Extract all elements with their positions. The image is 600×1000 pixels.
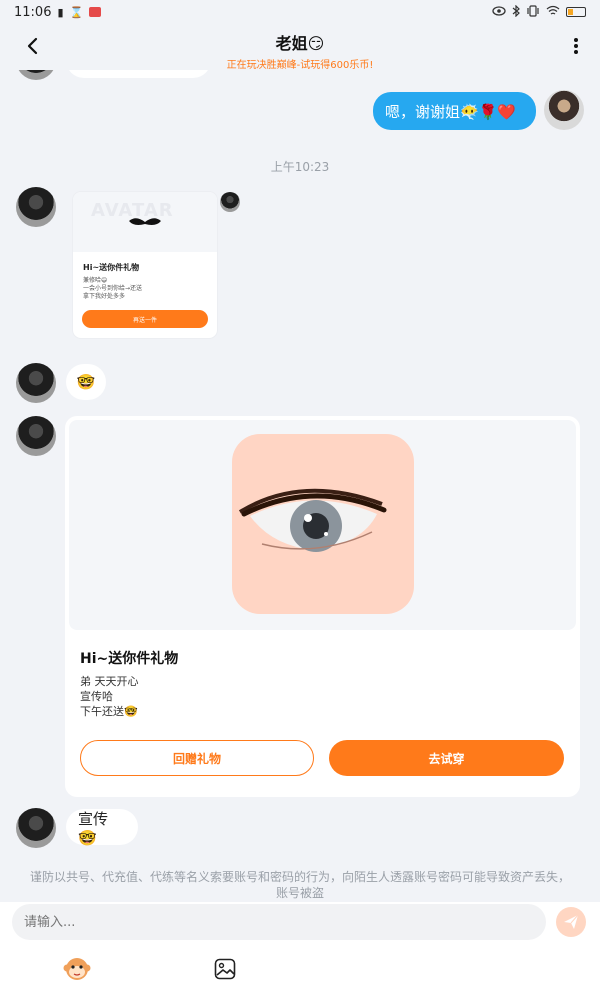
gift-image-area xyxy=(69,420,576,630)
my-message-bubble[interactable]: 嗯，谢谢姐😶‍🌫️🌹❤️ xyxy=(373,92,536,130)
message-bubble[interactable]: 宣传🤓 xyxy=(66,809,138,847)
gift-text-line: 宣传哈 xyxy=(80,690,113,703)
avatar[interactable] xyxy=(16,187,56,227)
message-text: 宣传🤓 xyxy=(78,809,109,847)
gift-card-title: Hi~送你件礼物 xyxy=(80,651,179,667)
message-bubble[interactable]: 🤓 xyxy=(66,364,106,400)
wifi-icon xyxy=(546,5,560,19)
avatar[interactable] xyxy=(16,70,56,80)
chat-messages[interactable]: 嗯，谢谢姐😶‍🌫️🌹❤️ 上午10:23 AVATAR Hi~送你件礼物 兼修哈… xyxy=(0,70,600,902)
more-vertical-icon xyxy=(574,38,578,54)
return-gift-button[interactable]: 回赠礼物 xyxy=(80,740,314,776)
gift-card-title: Hi~送你件礼物 xyxy=(83,263,140,272)
bluetooth-icon xyxy=(512,4,520,20)
security-notice: 谨防以共号、代充值、代练等名义索要账号和密码的行为，向陌生人透露账号密码可能导致… xyxy=(29,870,570,900)
avatar[interactable] xyxy=(16,363,56,403)
app-notification-icon xyxy=(89,7,102,17)
send-icon xyxy=(564,914,579,929)
vibrate-icon xyxy=(526,4,540,20)
mustache-icon xyxy=(129,218,161,225)
status-time: 11:06 xyxy=(14,4,52,20)
try-on-button[interactable]: 去试穿 xyxy=(329,740,564,776)
monkey-emoji-icon xyxy=(63,958,91,980)
gift-card-preview[interactable]: AVATAR Hi~送你件礼物 兼修哈😄 一会小号到你给→还送 拿下我好处多多 … xyxy=(73,192,217,338)
message-timestamp: 上午10:23 xyxy=(270,160,330,174)
image-button[interactable] xyxy=(210,954,240,984)
input-area xyxy=(0,902,600,1000)
eye-icon xyxy=(492,5,506,19)
image-icon xyxy=(214,958,236,980)
message-bubble[interactable] xyxy=(66,70,211,78)
avatar[interactable] xyxy=(16,416,56,456)
hourglass-icon: ⌛ xyxy=(69,5,84,19)
gift-text-line: 下午还送🤓 xyxy=(80,705,138,718)
chat-title: 老姐😏 xyxy=(275,34,325,53)
send-another-button[interactable]: 再送一件 xyxy=(82,310,208,328)
gift-card-text: 兼修哈😄 一会小号到你给→还送 拿下我好处多多 xyxy=(83,277,143,300)
emoji-button[interactable] xyxy=(62,954,92,984)
send-button[interactable] xyxy=(556,907,586,937)
battery-icon xyxy=(566,7,586,17)
chat-header: 老姐😏 正在玩决胜巅峰-试玩得600乐币! xyxy=(0,24,600,71)
sim-icon: ▮ xyxy=(57,5,64,19)
message-input[interactable] xyxy=(12,904,546,940)
gift-text-line: 弟 天天开心 xyxy=(80,675,139,688)
gift-card[interactable]: Hi~送你件礼物 弟 天天开心 宣传哈 下午还送🤓 回赠礼物 去试穿 xyxy=(65,416,580,797)
chat-status-subtitle[interactable]: 正在玩决胜巅峰-试玩得600乐币! xyxy=(0,56,600,71)
more-button[interactable] xyxy=(566,32,586,60)
gift-card-image: AVATAR xyxy=(73,192,217,252)
eye-makeup-image xyxy=(232,434,414,614)
gift-card-text: 弟 天天开心 宣传哈 下午还送🤓 xyxy=(80,674,139,719)
gift-sender-avatar xyxy=(220,192,240,212)
status-bar: 11:06 ▮ ⌛ xyxy=(0,0,600,24)
message-text: 🤓 xyxy=(76,373,96,391)
message-text: 嗯，谢谢姐😶‍🌫️🌹❤️ xyxy=(385,102,517,121)
my-avatar[interactable] xyxy=(544,90,584,130)
avatar[interactable] xyxy=(16,808,56,848)
